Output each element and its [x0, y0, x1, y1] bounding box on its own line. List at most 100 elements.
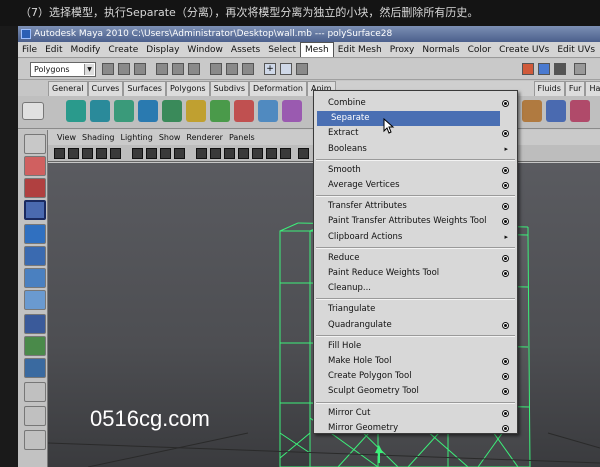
grid-icon[interactable]: [110, 148, 121, 159]
resolution-gate-icon[interactable]: [146, 148, 157, 159]
option-box-icon[interactable]: [502, 409, 509, 417]
menu-item-transfer-attributes[interactable]: Transfer Attributes: [314, 199, 517, 214]
menu-edit-mesh[interactable]: Edit Mesh: [334, 42, 386, 58]
camera-attr-icon[interactable]: [68, 148, 79, 159]
poly-cylinder-icon[interactable]: [114, 100, 134, 122]
menu-item-clipboard-actions[interactable]: Clipboard Actions ▸: [314, 230, 517, 245]
shelf-tab-curves[interactable]: Curves: [87, 81, 124, 96]
panel-menu-renderer[interactable]: Renderer: [183, 130, 226, 145]
ipr-render-icon[interactable]: [538, 63, 550, 75]
soft-mod-tool-icon[interactable]: [24, 290, 46, 310]
layout-single-icon[interactable]: [24, 336, 46, 356]
manipulator-tool-icon[interactable]: [24, 268, 46, 288]
separate-icon[interactable]: [234, 100, 254, 122]
wireframe-on-shaded-icon[interactable]: [224, 148, 235, 159]
poly-plane-icon[interactable]: [162, 100, 182, 122]
option-box-icon[interactable]: [502, 388, 509, 396]
menu-item-separate[interactable]: Separate: [317, 111, 500, 127]
gate-mask-icon[interactable]: [160, 148, 171, 159]
option-box-icon[interactable]: [502, 203, 509, 211]
snap-curve-icon[interactable]: [280, 63, 292, 75]
shelf-tab-general[interactable]: General: [48, 81, 88, 96]
option-box-icon[interactable]: [502, 166, 509, 174]
menu-window[interactable]: Window: [183, 42, 227, 58]
shelf-tab-surfaces[interactable]: Surfaces: [123, 81, 166, 96]
smooth-shade-icon[interactable]: [210, 148, 221, 159]
save-scene-icon[interactable]: [134, 63, 146, 75]
layout-four-icon[interactable]: [24, 358, 46, 378]
menu-item-combine[interactable]: Combine: [314, 96, 517, 111]
textured-icon[interactable]: [238, 148, 249, 159]
menu-item-fill-hole[interactable]: Fill Hole: [314, 339, 517, 354]
scale-tool-icon[interactable]: [24, 246, 46, 266]
xray-icon[interactable]: [280, 148, 291, 159]
menu-file[interactable]: File: [18, 42, 41, 58]
menu-item-extract[interactable]: Extract: [314, 126, 517, 141]
input-line-icon[interactable]: [574, 63, 586, 75]
new-scene-icon[interactable]: [102, 63, 114, 75]
option-box-icon[interactable]: [502, 182, 509, 189]
shelf-tab-fluids[interactable]: Fluids: [533, 81, 565, 96]
poly-sphere-icon[interactable]: [66, 100, 86, 122]
option-box-icon[interactable]: [502, 254, 509, 262]
combine-icon[interactable]: [210, 100, 230, 122]
snap-point-icon[interactable]: [296, 63, 308, 75]
panel-menu-view[interactable]: View: [54, 130, 79, 145]
menu-item-mirror-geometry[interactable]: Mirror Geometry: [314, 421, 517, 436]
open-scene-icon[interactable]: [118, 63, 130, 75]
menu-item-average-vertices[interactable]: Average Vertices: [314, 178, 517, 193]
last-tool-icon[interactable]: [24, 314, 46, 334]
layout-hypershade-icon[interactable]: [24, 430, 46, 450]
menu-modify[interactable]: Modify: [67, 42, 105, 58]
film-gate-icon[interactable]: [132, 148, 143, 159]
menu-item-booleans[interactable]: Booleans ▸: [314, 142, 517, 157]
option-box-icon[interactable]: [502, 270, 509, 277]
select-tool-icon[interactable]: [24, 134, 46, 154]
menu-item-reduce[interactable]: Reduce: [314, 251, 517, 266]
option-box-icon[interactable]: [502, 424, 509, 432]
panel-menu-lighting[interactable]: Lighting: [117, 130, 155, 145]
panel-menu-show[interactable]: Show: [156, 130, 184, 145]
menu-item-make-hole-tool[interactable]: Make Hole Tool: [314, 354, 517, 369]
menu-mesh[interactable]: Mesh: [299, 42, 334, 57]
shelf-tab-fur[interactable]: Fur: [564, 81, 586, 96]
menu-proxy[interactable]: Proxy: [386, 42, 419, 58]
poly-cone-icon[interactable]: [138, 100, 158, 122]
render-settings-icon[interactable]: [554, 63, 566, 75]
menu-normals[interactable]: Normals: [418, 42, 463, 58]
chevron-down-icon[interactable]: ▼: [84, 64, 94, 75]
camera-icon[interactable]: [54, 148, 65, 159]
select-hierarchy-icon[interactable]: [156, 63, 168, 75]
menu-select[interactable]: Select: [264, 42, 300, 58]
shadows-icon[interactable]: [266, 148, 277, 159]
option-box-icon[interactable]: [502, 373, 509, 381]
paint-select-tool-icon[interactable]: [24, 178, 46, 198]
select-component-icon[interactable]: [188, 63, 200, 75]
menu-item-mirror-cut[interactable]: Mirror Cut: [314, 406, 517, 421]
bookmark-icon[interactable]: [82, 148, 93, 159]
menu-item-smooth[interactable]: Smooth: [314, 163, 517, 178]
smooth-icon[interactable]: [282, 100, 302, 122]
panel-menu-panels[interactable]: Panels: [226, 130, 258, 145]
wireframe-icon[interactable]: [196, 148, 207, 159]
menu-create-uvs[interactable]: Create UVs: [495, 42, 553, 58]
menu-create[interactable]: Create: [104, 42, 142, 58]
mask-vertex-icon[interactable]: [210, 63, 222, 75]
mask-face-icon[interactable]: [242, 63, 254, 75]
menu-display[interactable]: Display: [142, 42, 183, 58]
field-chart-icon[interactable]: [174, 148, 185, 159]
option-box-icon[interactable]: [502, 358, 509, 365]
shelf-menu-icon[interactable]: [22, 102, 44, 120]
snap-grid-icon[interactable]: +: [264, 63, 276, 75]
bridge-icon[interactable]: [546, 100, 566, 122]
menu-item-sculpt-geometry-tool[interactable]: Sculpt Geometry Tool: [314, 384, 517, 399]
panel-menu-shading[interactable]: Shading: [79, 130, 118, 145]
poly-cube-icon[interactable]: [90, 100, 110, 122]
rotate-tool-icon[interactable]: [24, 224, 46, 244]
shelf-tab-subdivs[interactable]: Subdivs: [209, 81, 250, 96]
shelf-tab-polygons[interactable]: Polygons: [165, 81, 210, 96]
render-icon[interactable]: [522, 63, 534, 75]
menu-item-paint-transfer-attributes-weights-tool[interactable]: Paint Transfer Attributes Weights Tool: [314, 214, 517, 229]
extrude-icon[interactable]: [522, 100, 542, 122]
menu-color[interactable]: Color: [464, 42, 496, 58]
